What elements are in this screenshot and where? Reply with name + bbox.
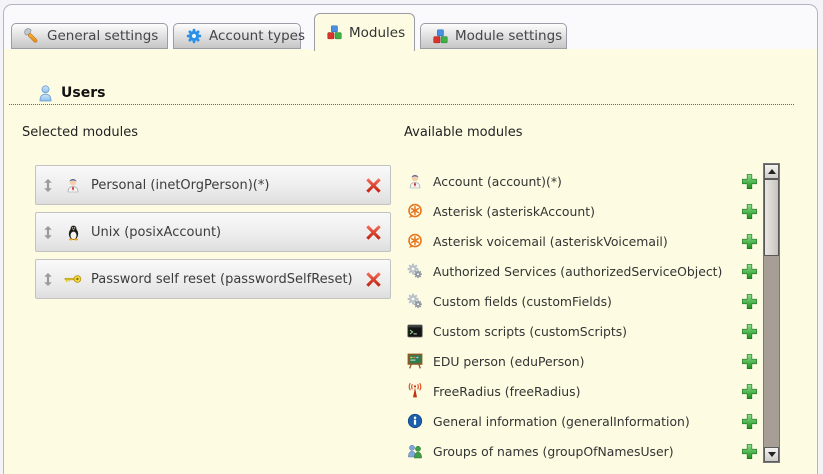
down-arrow-icon <box>768 452 776 457</box>
chalkboard-icon <box>406 353 424 369</box>
up-arrow-icon <box>768 169 776 174</box>
module-label: EDU person (eduPerson) <box>433 354 584 369</box>
drag-handle-icon[interactable] <box>43 273 53 286</box>
add-module-button[interactable] <box>741 443 758 460</box>
modules-icon <box>433 29 448 44</box>
remove-module-button[interactable] <box>365 177 382 194</box>
modules-icon <box>327 25 342 40</box>
selected-module-row[interactable]: Personal (inetOrgPerson)(*) <box>35 165 391 205</box>
wrench-icon <box>24 28 40 44</box>
antenna-icon <box>406 383 424 399</box>
key-icon <box>62 274 84 284</box>
drag-handle-icon[interactable] <box>43 226 53 239</box>
module-label: FreeRadius (freeRadius) <box>433 384 580 399</box>
remove-module-button[interactable] <box>365 224 382 241</box>
add-module-button[interactable] <box>741 233 758 250</box>
scrollbar-thumb[interactable] <box>764 179 779 256</box>
available-module-row: Account (account)(*) <box>406 166 764 196</box>
module-label: Asterisk voicemail (asteriskVoicemail) <box>433 234 668 249</box>
gears-icon <box>406 263 424 279</box>
remove-module-button[interactable] <box>365 271 382 288</box>
gear-icon <box>186 28 202 44</box>
add-module-button[interactable] <box>741 173 758 190</box>
penguin-icon <box>62 224 84 241</box>
tab-account-types[interactable]: Account types <box>173 23 301 49</box>
module-label: Groups of names (groupOfNamesUser) <box>433 444 674 459</box>
add-module-button[interactable] <box>741 203 758 220</box>
module-label: Personal (inetOrgPerson)(*) <box>91 178 365 193</box>
modules-content: Users Selected modules Available modules… <box>4 49 817 474</box>
scrollbar-down-button[interactable] <box>764 447 779 462</box>
available-modules-heading: Available modules <box>404 125 522 140</box>
person-icon <box>406 173 424 189</box>
user-icon <box>38 85 53 102</box>
available-module-row: EDU person (eduPerson) <box>406 346 764 376</box>
available-module-row: FreeRadius (freeRadius) <box>406 376 764 406</box>
tab-general-settings[interactable]: General settings <box>11 23 168 49</box>
available-module-row: Groups of names (groupOfNamesUser) <box>406 436 764 466</box>
asterisk-icon <box>406 233 424 249</box>
available-modules-list: Account (account)(*) <box>406 166 764 466</box>
tab-bar: General settings Account types <box>4 5 817 49</box>
tab-label: Account types <box>209 28 305 44</box>
users-section-title: Users <box>61 85 105 101</box>
available-module-row: Custom scripts (customScripts) <box>406 316 764 346</box>
module-label: Asterisk (asteriskAccount) <box>433 204 595 219</box>
available-module-row: Asterisk voicemail (asteriskVoicemail) <box>406 226 764 256</box>
selected-module-row[interactable]: Password self reset (passwordSelfReset) <box>35 259 391 299</box>
available-module-row: Custom fields (customFields) <box>406 286 764 316</box>
module-label: Custom scripts (customScripts) <box>433 324 627 339</box>
module-label: Unix (posixAccount) <box>91 225 365 240</box>
add-module-button[interactable] <box>741 293 758 310</box>
add-module-button[interactable] <box>741 413 758 430</box>
users-section-header: Users <box>9 82 794 105</box>
scrollbar-up-button[interactable] <box>764 164 779 179</box>
module-label: General information (generalInformation) <box>433 414 690 429</box>
tab-label: Module settings <box>455 28 562 44</box>
person-icon <box>62 177 84 193</box>
terminal-icon <box>406 324 424 338</box>
module-label: Custom fields (customFields) <box>433 294 612 309</box>
config-panel: General settings Account types <box>3 4 818 474</box>
add-module-button[interactable] <box>741 263 758 280</box>
drag-handle-icon[interactable] <box>43 179 53 192</box>
add-module-button[interactable] <box>741 383 758 400</box>
add-module-button[interactable] <box>741 323 758 340</box>
tab-modules[interactable]: Modules <box>314 13 415 51</box>
selected-modules-heading: Selected modules <box>22 125 138 140</box>
available-module-row: Asterisk (asteriskAccount) <box>406 196 764 226</box>
tab-module-settings[interactable]: Module settings <box>420 23 567 49</box>
tab-label: Modules <box>349 25 405 41</box>
info-icon <box>406 413 424 429</box>
add-module-button[interactable] <box>741 353 758 370</box>
module-label: Authorized Services (authorizedServiceOb… <box>433 264 722 279</box>
available-module-row: General information (generalInformation) <box>406 406 764 436</box>
module-label: Account (account)(*) <box>433 174 562 189</box>
group-icon <box>406 443 424 459</box>
available-module-row: Authorized Services (authorizedServiceOb… <box>406 256 764 286</box>
scrollbar-track[interactable] <box>763 163 780 463</box>
tab-label: General settings <box>47 28 158 44</box>
module-label: Password self reset (passwordSelfReset) <box>91 272 365 287</box>
asterisk-icon <box>406 203 424 219</box>
gears-icon <box>406 293 424 309</box>
selected-module-row[interactable]: Unix (posixAccount) <box>35 212 391 252</box>
